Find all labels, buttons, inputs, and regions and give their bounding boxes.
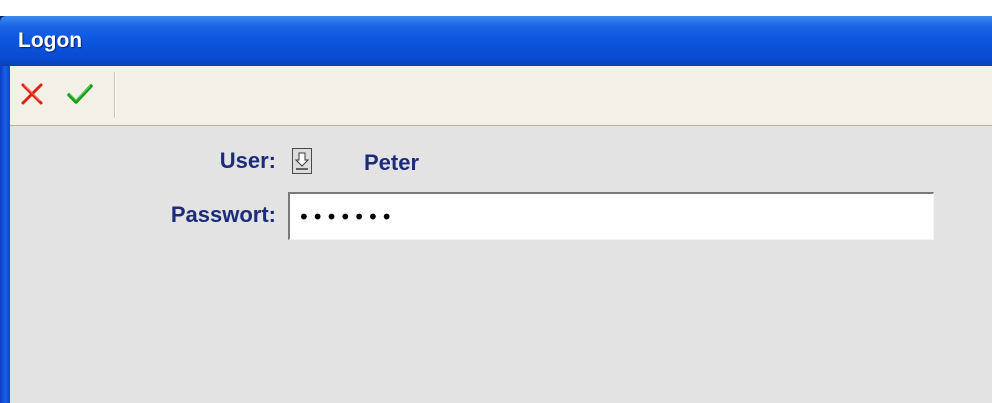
title-bar[interactable]: Logon (0, 16, 992, 66)
password-field[interactable] (288, 192, 934, 240)
ok-button[interactable] (62, 76, 98, 112)
user-label: User: (219, 148, 276, 173)
checkmark-icon (67, 84, 93, 104)
cancel-button[interactable] (14, 76, 50, 112)
cancel-x-icon (21, 83, 43, 105)
logon-window: Logon User: Peter Passwort: (0, 16, 992, 403)
window-frame-left (0, 66, 10, 403)
toolbar-separator (114, 72, 116, 118)
toolbar (10, 66, 992, 126)
window-title: Logon (18, 29, 83, 52)
user-value: Peter (364, 150, 420, 175)
password-label: Passwort: (170, 202, 276, 227)
down-arrow-icon (294, 152, 310, 170)
logon-form: User: Peter Passwort: (10, 126, 992, 403)
user-select-button[interactable] (292, 148, 312, 174)
